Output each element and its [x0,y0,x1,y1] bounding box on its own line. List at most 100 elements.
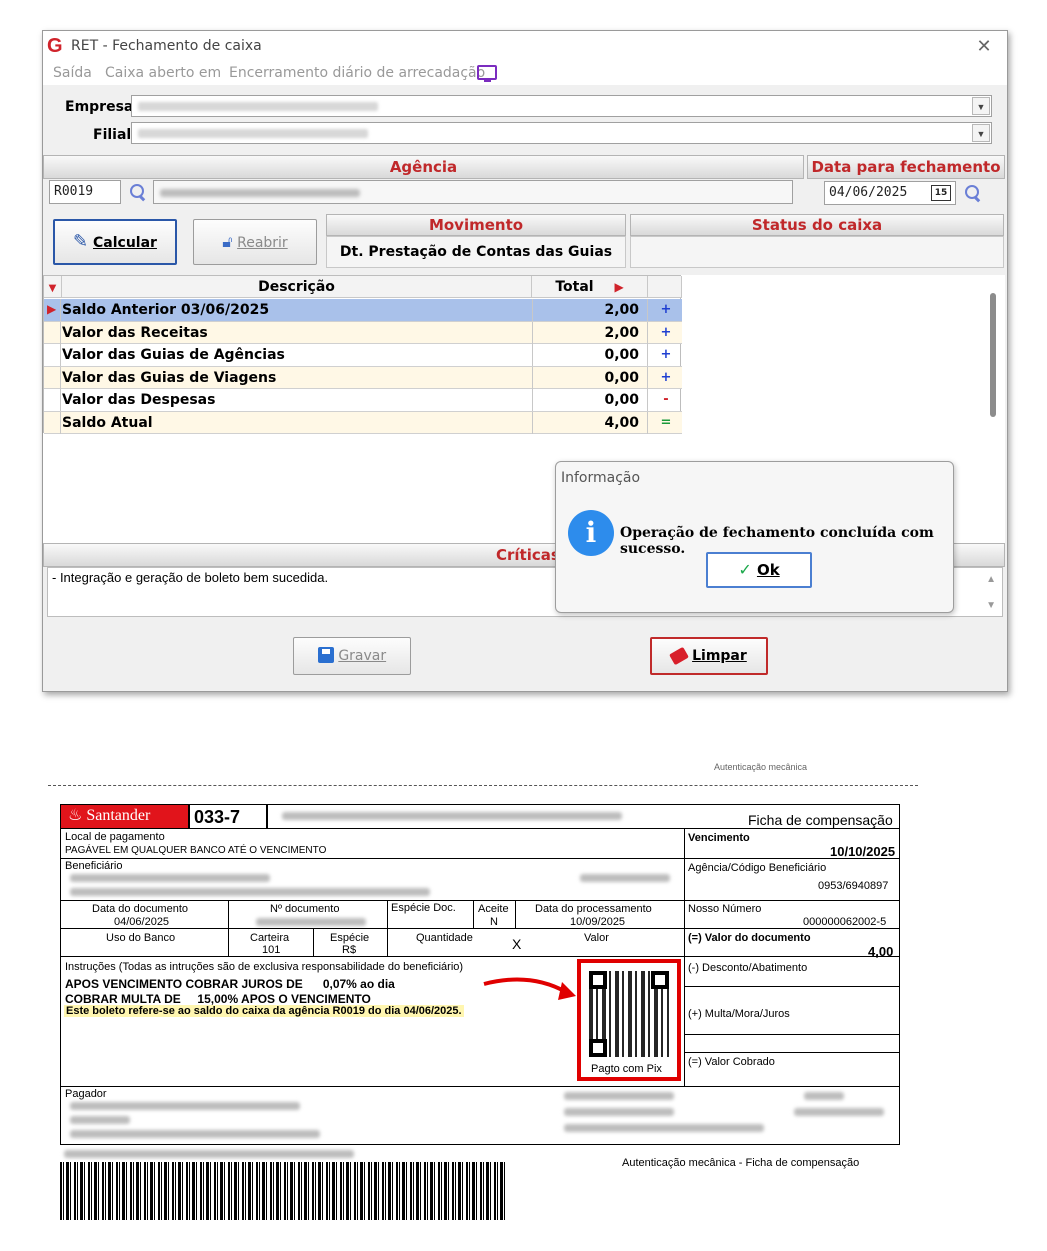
x-mark: X [512,936,522,952]
instrucao-multa: COBRAR MULTA DE 15,00% APOS O VENCIMENTO [65,992,371,1006]
aceite-label: Aceite [478,903,509,915]
pencil-icon: ✎ [73,231,89,252]
beneficiario-label: Beneficiário [65,860,123,872]
chevron-down-icon[interactable]: ▼ [972,124,990,142]
ficha-compensacao: Ficha de compensação [748,812,893,828]
summary-grid: ▼ Descrição Total ▶ ▶ Saldo Anterior 03/… [43,275,682,434]
unlock-icon: 🔓︎ [222,232,233,251]
filial-label: Filial [93,127,132,143]
header-descricao[interactable]: Descrição [62,276,532,298]
instrucao-referencia: Este boleto refere-se ao saldo do caixa … [64,1005,464,1017]
calendar-icon[interactable]: 15 [931,185,951,201]
especie-value: R$ [342,944,357,956]
limpar-button[interactable]: Limpar [650,637,768,675]
bank-code: 033-7 [194,807,241,827]
nosso-numero-value: 000000062002-5 [803,916,887,928]
valor-doc-label: (=) Valor do documento [688,932,811,944]
filial-select[interactable]: ▼ [131,122,992,144]
grid-row[interactable]: Valor das Guias de Agências 0,00 + [44,344,682,367]
grid-row[interactable]: Valor das Guias de Viagens 0,00 + [44,366,682,389]
calcular-button[interactable]: ✎ Calcular [53,219,177,265]
nosso-numero-label: Nosso Número [688,903,762,915]
data-search-icon[interactable] [964,184,982,202]
row-indicator-icon: ▶ [44,299,61,321]
santander-logo: ♨︎ Santander [60,804,188,828]
status-value [630,236,1004,268]
boleto: ♨︎ Santander 033-7 Ficha de compensação … [60,804,900,1145]
num-doc-label: Nº documento [270,903,340,915]
instrucao-juros: APOS VENCIMENTO COBRAR JUROS DE 0,07% ao… [65,977,395,991]
agencia-code-input[interactable]: R0019 [49,180,121,204]
data-doc-label: Data do documento [92,903,189,915]
check-icon: ✓ [738,560,752,579]
especie-label: Espécie [330,932,370,944]
desconto-label: (-) Desconto/Abatimento [688,962,808,974]
pagador-label: Pagador [65,1088,107,1100]
cut-line [48,785,918,786]
agencia-name-field [153,180,793,204]
agencia-cod-value: 0953/6940897 [818,880,889,892]
data-proc-value: 10/09/2025 [570,916,626,928]
data-fechamento-input[interactable]: 04/06/2025 15 [824,181,956,205]
gravar-button[interactable]: Gravar [293,637,411,675]
auth-bottom: Autenticação mecânica - Ficha de compens… [622,1157,860,1169]
flame-icon: ♨︎ [68,807,83,824]
vencimento-value: 10/10/2025 [830,844,896,859]
menu-caixa-aberto[interactable]: Caixa aberto em [105,65,221,81]
scroll-up-icon[interactable]: ▲ [986,574,996,585]
save-icon [317,647,334,663]
menu-encerramento-diario[interactable]: Encerramento diário de arrecadação [229,65,485,81]
info-icon: i [568,510,614,556]
empresa-label: Empresa [65,99,134,115]
carteira-value: 101 [262,944,281,956]
empresa-select[interactable]: ▼ [131,95,992,117]
local-pagamento-value: PAGÁVEL EM QUALQUER BANCO ATÉ O VENCIMEN… [65,845,327,856]
header-total[interactable]: Total ▶ [532,276,648,298]
grid-row[interactable]: Valor das Receitas 2,00 + [44,321,682,344]
status-header: Status do caixa [630,214,1004,236]
info-dialog: Informação i Operação de fechamento conc… [555,461,954,613]
data-fechamento-header: Data para fechamento [807,155,1005,179]
barcode-icon [60,1162,508,1220]
agencia-header: Agência [43,155,804,179]
window-title: RET - Fechamento de caixa [71,38,262,54]
ok-button[interactable]: ✓ Ok [706,552,812,588]
close-button[interactable]: ✕ [973,35,995,57]
local-pagamento-label: Local de pagamento [65,831,165,843]
aceite-value: N [490,916,498,928]
data-proc-label: Data do processamento [535,903,652,915]
auth-top: Autenticação mecânica [714,762,808,772]
instrucoes-label: Instruções (Todas as intruções são de ex… [65,961,464,973]
carteira-label: Carteira [250,932,290,944]
menu-saida[interactable]: Saída [53,65,92,81]
pix-qr-frame: Pagto com Pix [577,959,681,1081]
grid-row[interactable]: ▶ Saldo Anterior 03/06/2025 2,00 + [44,299,682,322]
valor-cobrado-label: (=) Valor Cobrado [688,1056,775,1068]
grid-row[interactable]: Saldo Atual 4,00 = [44,411,682,434]
arrow-icon [483,977,576,1000]
title-bar: G RET - Fechamento de caixa ✕ [43,31,1007,61]
dialog-title: Informação [561,470,641,486]
uso-banco-label: Uso do Banco [106,932,176,944]
movimento-header: Movimento [326,214,626,236]
data-doc-value: 04/06/2025 [114,916,170,928]
scroll-down-icon[interactable]: ▼ [986,600,996,611]
pix-label: Pagto com Pix [591,1063,662,1075]
multa-label: (+) Multa/Mora/Juros [688,1008,790,1020]
menu-bar: Saída Caixa aberto em Encerramento diári… [43,61,1007,85]
reabrir-button[interactable]: 🔓︎ Reabrir [193,219,317,265]
grid-scrollbar[interactable] [990,293,996,417]
header-sign [648,276,682,298]
app-logo-icon: G [47,35,63,57]
linha-digitavel [282,812,622,820]
chevron-down-icon[interactable]: ▼ [972,97,990,115]
especie-doc-label: Espécie Doc. [391,902,456,914]
agencia-cod-label: Agência/Código Beneficiário [688,862,827,874]
grid-row[interactable]: Valor das Despesas 0,00 - [44,389,682,412]
vencimento-label: Vencimento [688,832,750,844]
monitor-icon[interactable] [477,65,497,82]
grid-corner: ▼ [44,276,62,298]
agencia-search-icon[interactable] [129,183,147,201]
eraser-icon [669,646,690,666]
valor-label: Valor [584,932,609,944]
